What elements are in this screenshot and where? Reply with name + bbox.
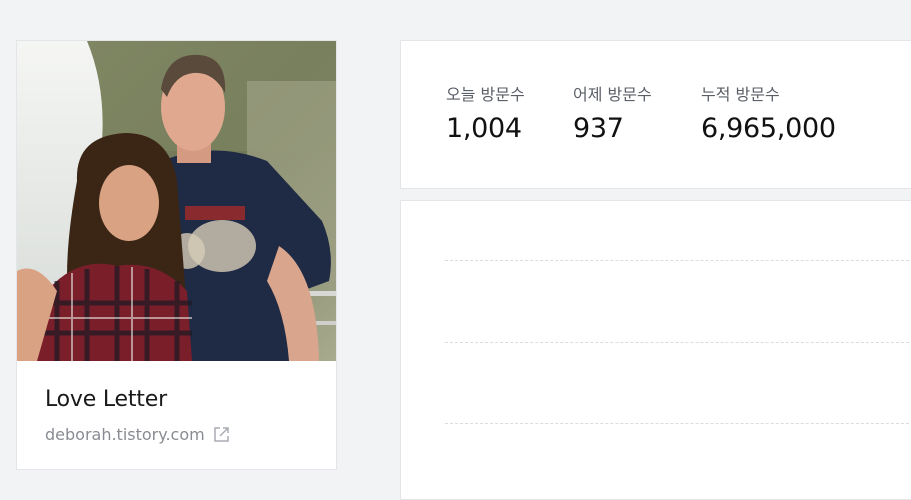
visitor-chart-card — [400, 200, 911, 500]
blog-title[interactable]: Love Letter — [45, 387, 167, 412]
stat-yesterday: 어제 방문수 937 — [573, 81, 652, 144]
chart-gridline — [445, 423, 911, 424]
blog-url[interactable]: deborah.tistory.com — [45, 425, 205, 444]
visitor-stats-card: 오늘 방문수 1,004 어제 방문수 937 누적 방문수 6,965,000 — [400, 40, 911, 189]
blog-url-row: deborah.tistory.com — [45, 425, 230, 444]
stat-yesterday-value: 937 — [573, 113, 624, 144]
profile-photo[interactable] — [17, 41, 336, 361]
stat-today-label: 오늘 방문수 — [446, 85, 525, 104]
stat-today: 오늘 방문수 1,004 — [446, 81, 525, 144]
external-link-icon[interactable] — [213, 426, 230, 443]
chart-gridline — [445, 342, 911, 343]
stat-total-label: 누적 방문수 — [701, 85, 780, 104]
chart-gridline — [445, 260, 911, 261]
stat-yesterday-label: 어제 방문수 — [573, 85, 652, 104]
profile-card: Love Letter deborah.tistory.com — [16, 40, 337, 470]
stat-today-value: 1,004 — [446, 113, 522, 144]
stat-total: 누적 방문수 6,965,000 — [701, 81, 836, 144]
stat-total-value: 6,965,000 — [701, 113, 836, 144]
